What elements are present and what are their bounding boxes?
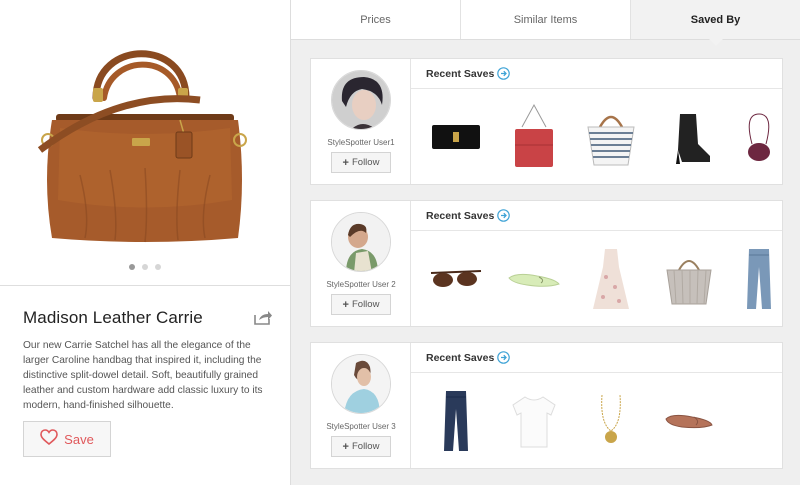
arrow-right-icon[interactable] [497,209,510,222]
follow-button[interactable]: + Follow [331,436,391,457]
mint-flat-thumbnail[interactable] [504,232,564,326]
sunglasses-thumbnail[interactable] [426,232,486,326]
carousel-dot-3[interactable] [155,264,161,270]
brown-flat-thumbnail[interactable] [659,374,719,468]
saved-items [411,90,782,184]
jeans-thumbnail[interactable] [729,232,789,326]
follow-label: Follow [351,299,380,310]
black-clutch-thumbnail[interactable] [426,90,486,184]
recent-saves-header: Recent Saves [411,201,782,231]
recent-saves-label: Recent Saves [426,68,495,80]
floral-dress-thumbnail[interactable] [581,232,641,326]
product-description: Our new Carrie Satchel has all the elega… [23,340,263,411]
gold-pendant-thumbnail[interactable] [581,374,641,468]
carousel-dot-2[interactable] [142,264,148,270]
tab-saved-by[interactable]: Saved By [631,0,800,46]
divider [0,285,290,286]
product-title: Madison Leather Carrie [23,308,203,327]
username: StyleSpotter User 3 [326,422,396,431]
tab-similar-items[interactable]: Similar Items [461,0,631,39]
avatar[interactable] [331,212,391,272]
user-card: StyleSpotter User 2 + Follow Recent Save… [310,200,783,327]
user-info: StyleSpotter User 2 + Follow [311,201,411,326]
plus-icon: + [342,156,349,169]
user-card: StyleSpotter User 3 + Follow Recent Save… [310,342,783,469]
recent-saves-header: Recent Saves [411,343,782,373]
black-ankle-boot-thumbnail[interactable] [659,90,719,184]
grey-tote-thumbnail[interactable] [659,232,719,326]
user-info: StyleSpotter User 3 + Follow [311,343,411,468]
purple-crossbody-thumbnail[interactable] [729,90,789,184]
follow-button[interactable]: + Follow [331,294,391,315]
plus-icon: + [342,298,349,311]
plus-icon: + [342,440,349,453]
avatar[interactable] [331,70,391,130]
carousel-dot-1[interactable] [129,264,135,270]
recent-saves-label: Recent Saves [426,352,495,364]
striped-tote-thumbnail[interactable] [581,90,641,184]
save-label: Save [64,431,94,447]
white-tshirt-thumbnail[interactable] [504,374,564,468]
arrow-right-icon[interactable] [497,67,510,80]
red-handbag-thumbnail[interactable] [504,90,564,184]
avatar[interactable] [331,354,391,414]
product-panel: Madison Leather Carrie Our new Carrie Sa… [0,0,291,485]
follow-button[interactable]: + Follow [331,152,391,173]
tab-prices[interactable]: Prices [291,0,461,39]
heart-icon [40,428,58,450]
dark-jeans-thumbnail[interactable] [426,374,486,468]
user-card: StyleSpotter User1 + Follow Recent Saves [310,58,783,185]
share-icon[interactable] [253,309,273,325]
carousel-dots[interactable] [0,264,290,270]
recent-saves-header: Recent Saves [411,59,782,89]
user-info: StyleSpotter User1 + Follow [311,59,411,184]
follow-label: Follow [351,157,380,168]
recent-saves-label: Recent Saves [426,210,495,222]
tab-bar: Prices Similar Items Saved By [291,0,800,46]
arrow-right-icon[interactable] [497,351,510,364]
username: StyleSpotter User1 [327,138,395,147]
username: StyleSpotter User 2 [326,280,396,289]
save-button[interactable]: Save [23,421,111,457]
saved-items [411,232,782,326]
product-image[interactable] [0,0,290,285]
saved-items [411,374,782,468]
follow-label: Follow [351,441,380,452]
